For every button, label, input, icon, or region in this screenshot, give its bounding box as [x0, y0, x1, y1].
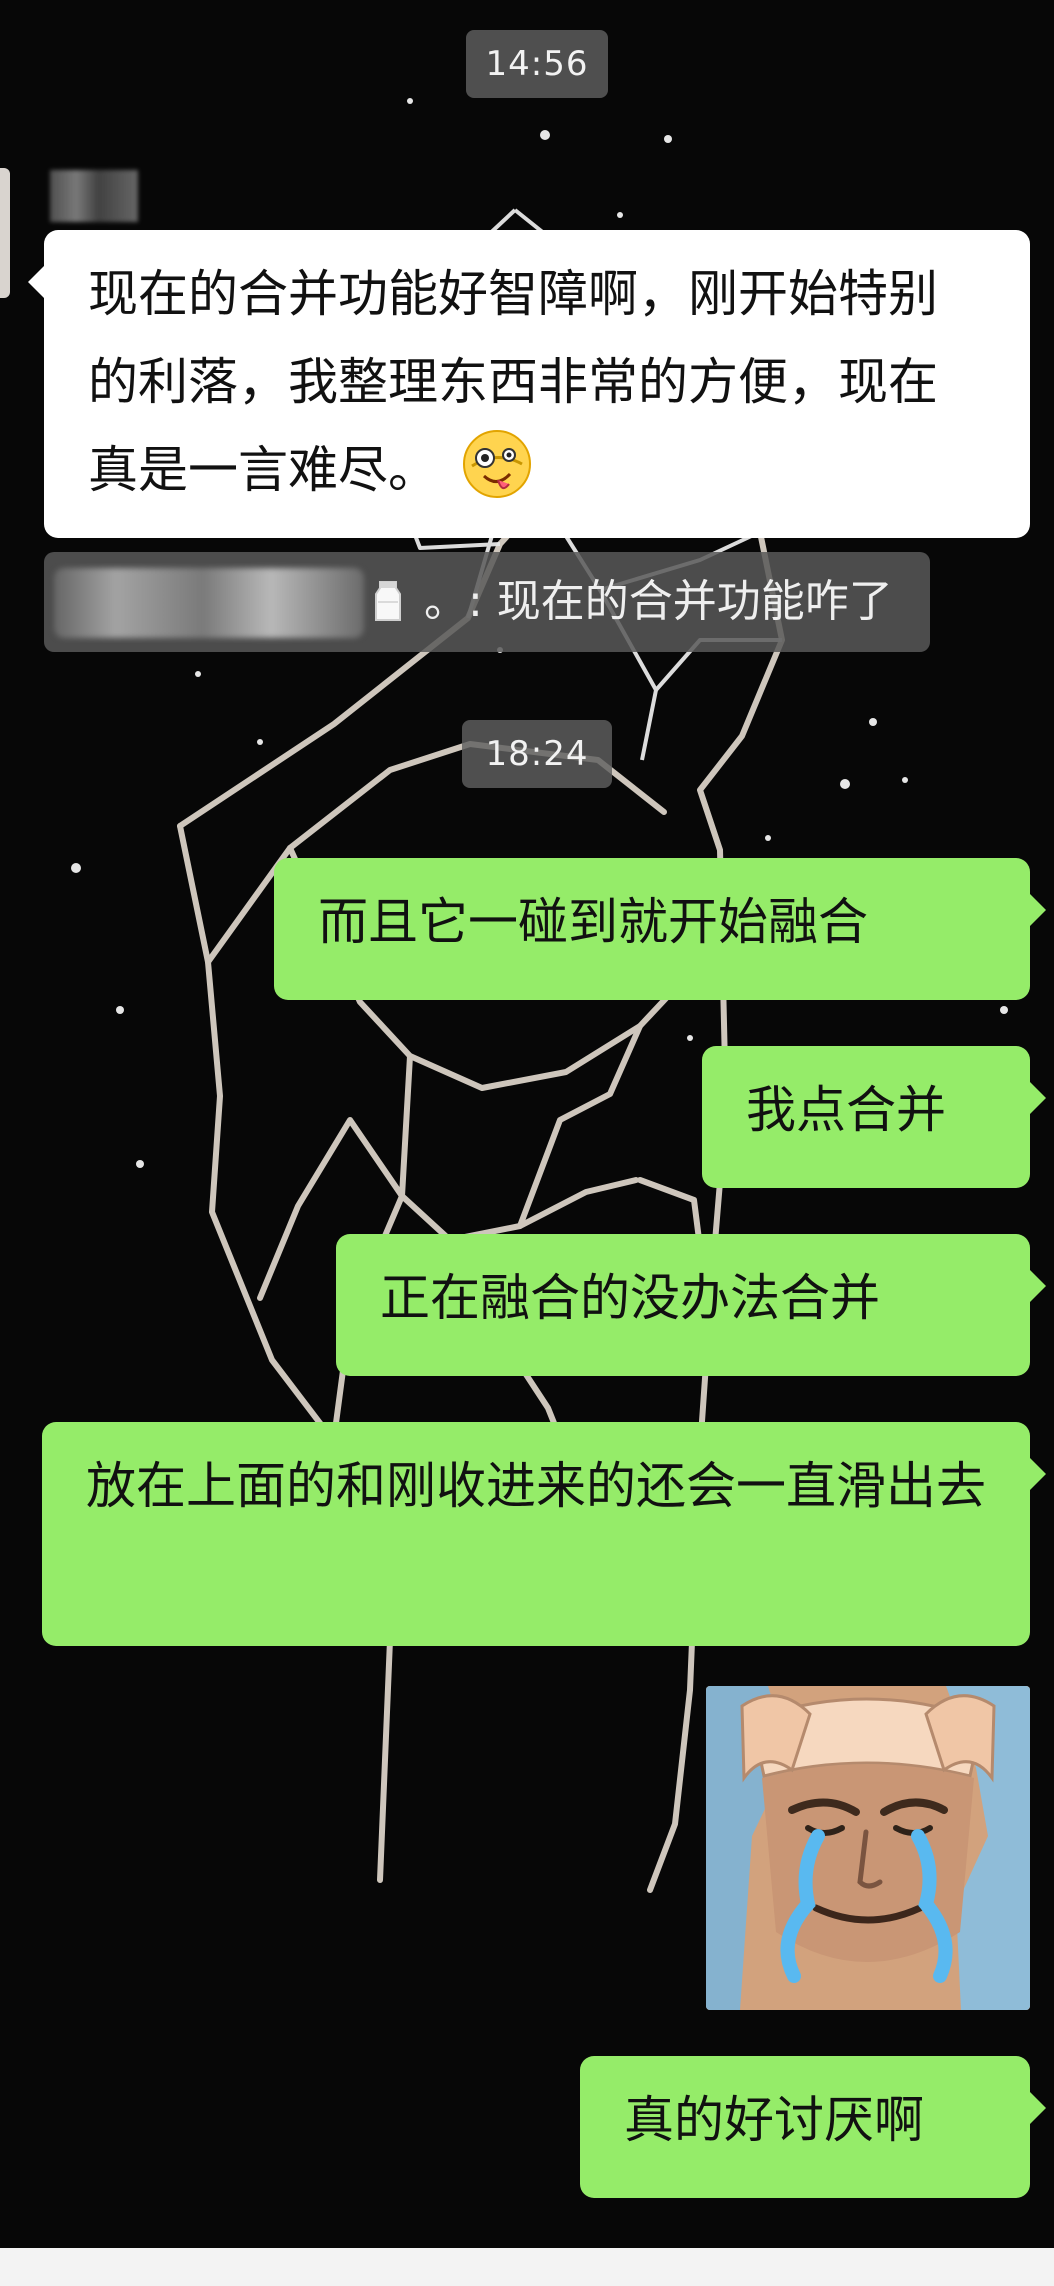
timestamp-14-56: 14:56 — [466, 30, 608, 98]
crying-face-sticker-image — [706, 1686, 1030, 2010]
outgoing-message-text-2: 我点合并 — [746, 1081, 946, 1139]
outgoing-message-text-3: 正在融合的没办法合并 — [380, 1269, 880, 1327]
outgoing-message-bubble-5[interactable]: 真的好讨厌啊 — [580, 2056, 1046, 2198]
quoted-message[interactable]: 。: 现在的合并功能咋了 — [44, 552, 930, 652]
outgoing-message-bubble-3[interactable]: 正在融合的没办法合并 — [336, 1234, 1046, 1376]
outgoing-message-text-5: 真的好讨厌啊 — [624, 2091, 924, 2149]
outgoing-message-bubble-4[interactable]: 放在上面的和刚收进来的还会一直滑出去 — [42, 1422, 1046, 1646]
quoted-message-line: 。: 现在的合并功能咋了 — [374, 552, 893, 652]
timestamp-18-24-text: 18:24 — [485, 734, 589, 774]
outgoing-message-text-4: 放在上面的和刚收进来的还会一直滑出去 — [86, 1457, 986, 1515]
timestamp-14-56-text: 14:56 — [485, 44, 589, 84]
sender-avatar[interactable] — [0, 168, 10, 298]
crying-face-sticker[interactable] — [706, 1686, 1030, 2010]
sender-name-blurred — [50, 170, 138, 222]
milk-icon — [375, 581, 401, 621]
zany-face-emoji-icon — [462, 430, 531, 498]
incoming-message-bubble[interactable]: 现在的合并功能好智障啊，刚开始特别的利落，我整理东西非常的方便，现在真是一言难尽… — [28, 230, 1030, 538]
outgoing-message-bubble-2[interactable]: 我点合并 — [702, 1046, 1046, 1188]
outgoing-message-bubble-1[interactable]: 而且它一碰到就开始融合 — [274, 858, 1046, 1000]
timestamp-18-24: 18:24 — [462, 720, 612, 788]
outgoing-message-text-1: 而且它一碰到就开始融合 — [318, 893, 868, 951]
bottom-input-area-edge — [0, 2248, 1054, 2286]
quoted-message-text: 。: 现在的合并功能咋了 — [424, 576, 893, 627]
quoted-sender-blurred — [54, 568, 364, 638]
